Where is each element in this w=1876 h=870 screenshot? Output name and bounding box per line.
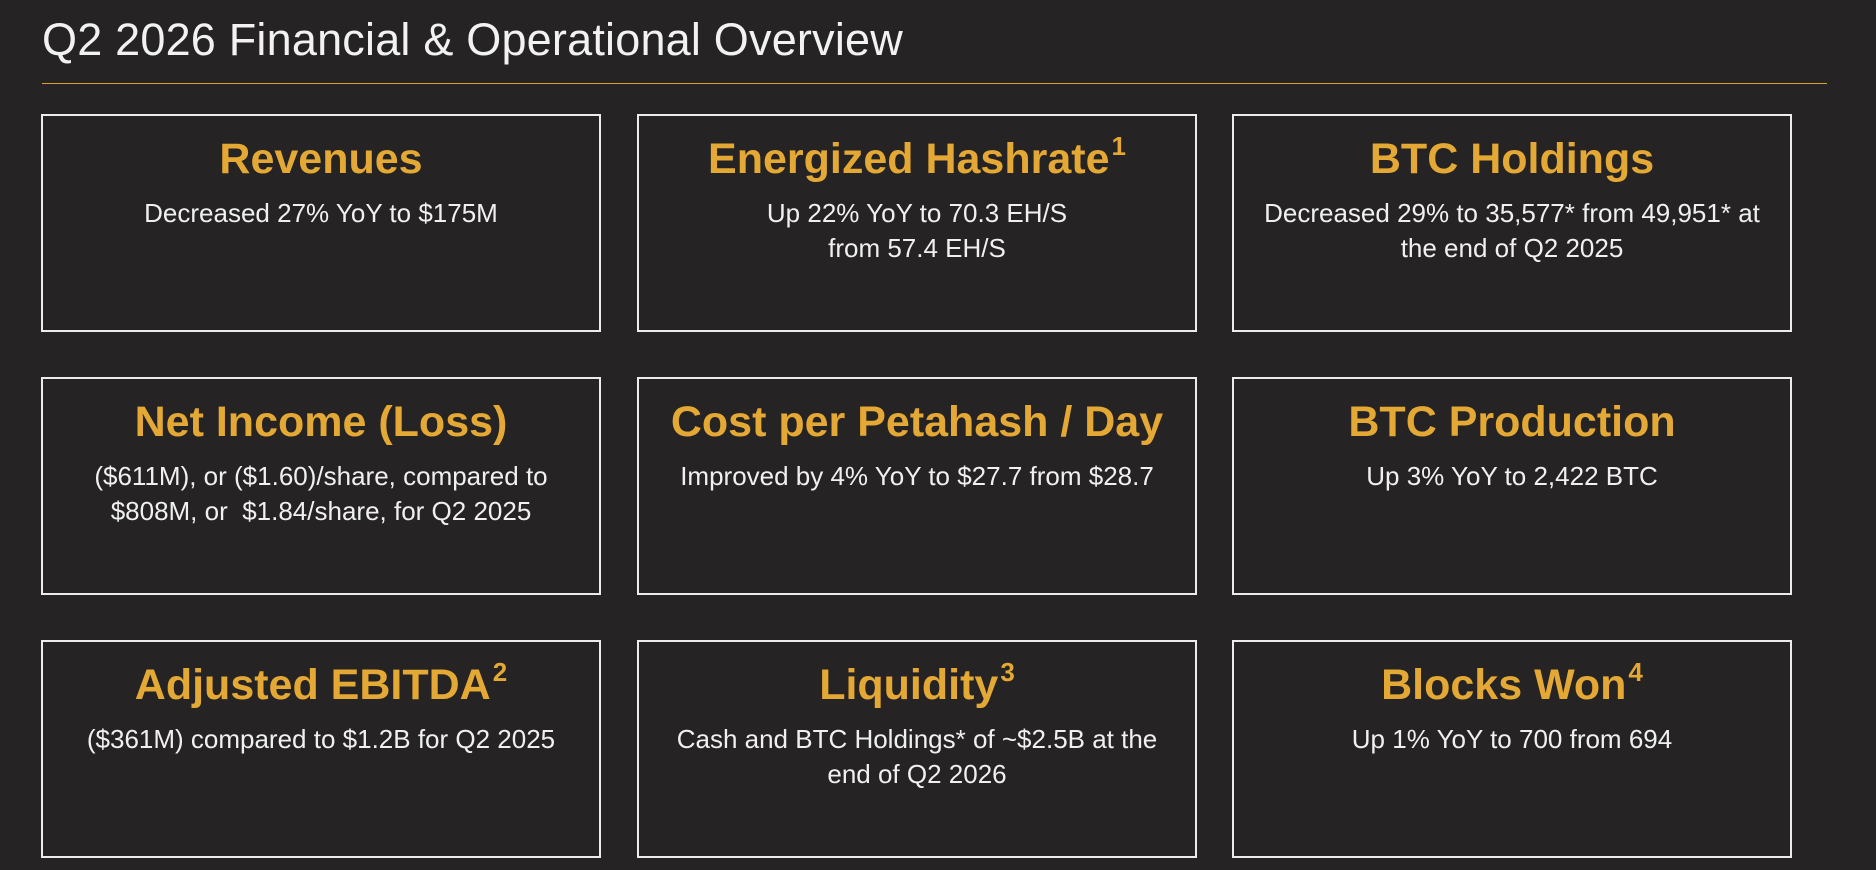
card-heading: BTC Holdings — [1234, 133, 1790, 185]
card-body-line: end of Q2 2026 — [827, 759, 1007, 789]
card-heading: Blocks Won4 — [1234, 659, 1790, 711]
card-heading: Cost per Petahash / Day — [639, 396, 1195, 448]
card-heading-text: Energized Hashrate — [708, 135, 1110, 183]
card-body: Improved by 4% YoY to $27.7 from $28.7 — [653, 459, 1181, 494]
card-body: Decreased 29% to 35,577* from 49,951* at… — [1248, 196, 1776, 266]
card-btc-production: BTC Production Up 3% YoY to 2,422 BTC — [1232, 377, 1792, 595]
card-body-line: Decreased 29% to 35,577* from 49,951* at — [1264, 198, 1760, 228]
card-heading: Liquidity3 — [639, 659, 1195, 711]
card-body-line: Up 3% YoY to 2,422 BTC — [1366, 461, 1658, 491]
card-body-line: ($361M) compared to $1.2B for Q2 2025 — [86, 724, 556, 754]
slide: Q2 2026 Financial & Operational Overview… — [0, 0, 1876, 870]
card-body-line: from 57.4 EH/S — [828, 233, 1006, 263]
card-body: Cash and BTC Holdings* of ~$2.5B at the … — [653, 722, 1181, 792]
card-btc-holdings: BTC Holdings Decreased 29% to 35,577* fr… — [1232, 114, 1792, 332]
card-heading-text: Revenues — [219, 135, 423, 183]
card-body: ($361M) compared to $1.2B for Q2 2025 — [57, 722, 585, 757]
card-body-line: $808M, or $1.84/share, for Q2 2025 — [110, 496, 532, 526]
footnote-marker: 2 — [492, 657, 508, 687]
card-heading-text: Net Income (Loss) — [134, 398, 508, 446]
card-body: Up 3% YoY to 2,422 BTC — [1248, 459, 1776, 494]
card-heading: Adjusted EBITDA2 — [43, 659, 599, 711]
card-body-line: ($611M), or ($1.60)/share, compared to — [94, 461, 548, 491]
card-body-line: Up 22% YoY to 70.3 EH/S — [766, 198, 1068, 228]
card-body-line: the end of Q2 2025 — [1400, 233, 1624, 263]
card-heading-text: Cost per Petahash / Day — [670, 398, 1164, 446]
card-heading: Revenues — [43, 133, 599, 185]
card-heading-text: Adjusted EBITDA — [134, 661, 491, 709]
card-body-line: Decreased 27% YoY to $175M — [144, 198, 498, 228]
card-heading-text: Blocks Won — [1381, 661, 1627, 709]
card-body-line: Improved by 4% YoY to $27.7 from $28.7 — [680, 461, 1154, 491]
card-net-income: Net Income (Loss) ($611M), or ($1.60)/sh… — [41, 377, 601, 595]
footnote-marker: 4 — [1628, 657, 1643, 687]
card-blocks-won: Blocks Won4 Up 1% YoY to 700 from 694 — [1232, 640, 1792, 858]
title-divider — [42, 83, 1827, 84]
card-body: ($611M), or ($1.60)/share, compared to $… — [57, 459, 585, 529]
card-adjusted-ebitda: Adjusted EBITDA2 ($361M) compared to $1.… — [41, 640, 601, 858]
card-heading: Energized Hashrate1 — [639, 133, 1195, 185]
card-heading-text: BTC Production — [1348, 398, 1676, 446]
footnote-marker: 1 — [1111, 131, 1126, 161]
card-heading: Net Income (Loss) — [43, 396, 599, 448]
card-heading-text: Liquidity — [819, 661, 999, 709]
card-revenues: Revenues Decreased 27% YoY to $175M — [41, 114, 601, 332]
card-body-line: Cash and BTC Holdings* of ~$2.5B at the — [676, 724, 1158, 754]
card-energized-hashrate: Energized Hashrate1 Up 22% YoY to 70.3 E… — [637, 114, 1197, 332]
page-title: Q2 2026 Financial & Operational Overview — [42, 14, 903, 65]
card-heading-text: BTC Holdings — [1369, 135, 1655, 183]
card-heading: BTC Production — [1234, 396, 1790, 448]
card-liquidity: Liquidity3 Cash and BTC Holdings* of ~$2… — [637, 640, 1197, 858]
card-cost-per-petahash: Cost per Petahash / Day Improved by 4% Y… — [637, 377, 1197, 595]
footnote-marker: 3 — [1000, 657, 1015, 687]
card-body: Up 22% YoY to 70.3 EH/S from 57.4 EH/S — [653, 196, 1181, 266]
card-body-line: Up 1% YoY to 700 from 694 — [1351, 724, 1673, 754]
card-body: Up 1% YoY to 700 from 694 — [1248, 722, 1776, 757]
card-body: Decreased 27% YoY to $175M — [57, 196, 585, 231]
